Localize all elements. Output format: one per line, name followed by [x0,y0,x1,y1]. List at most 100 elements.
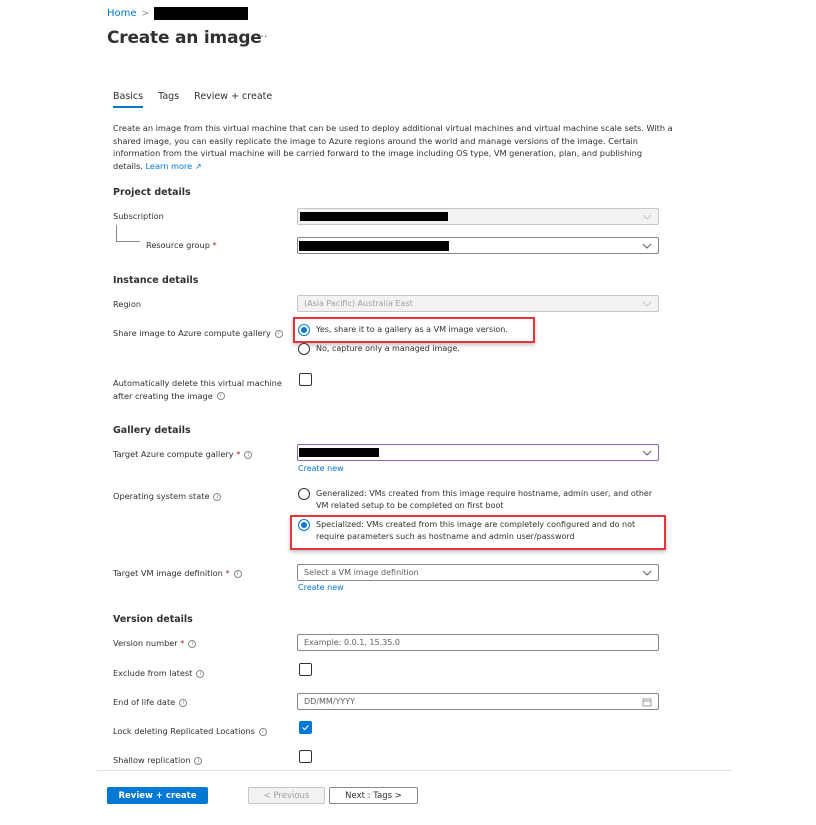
version-number-label-text: Version number [113,638,178,648]
resource-group-label: Resource group * [146,239,217,252]
info-icon[interactable]: i [274,329,283,338]
shallow-replication-checkbox[interactable] [299,750,312,763]
lock-deleting-checkbox[interactable] [299,721,312,734]
tree-connector [116,225,140,242]
create-new-gallery-link[interactable]: Create new [298,464,344,473]
gallery-details-heading: Gallery details [113,425,191,436]
required-asterisk: * [236,449,241,459]
version-number-input[interactable]: Example: 0.0.1, 15.35.0 [297,634,659,651]
chevron-down-icon [642,243,652,249]
tab-basics[interactable]: Basics [113,91,144,108]
os-specialized-option[interactable]: Specialized: VMs created from this image… [298,519,658,543]
lock-deleting-label: Lock deleting Replicated Locations i [113,725,267,738]
tab-tags[interactable]: Tags [158,91,179,108]
resource-group-dropdown[interactable] [297,237,659,254]
subscription-redacted-value [300,212,448,221]
share-gallery-label: Share image to Azure compute gallery i [113,327,283,340]
os-specialized-radio[interactable] [298,519,310,531]
share-yes-radio[interactable] [298,324,310,336]
target-definition-label-text: Target VM image definition [113,568,223,578]
external-link-icon: ↗ [194,160,202,171]
learn-more-label: Learn more [145,160,193,171]
share-no-radio[interactable] [298,343,310,355]
description: Create an image from this virtual machin… [113,122,673,172]
info-icon[interactable]: i [233,569,242,578]
subscription-dropdown[interactable] [297,208,659,225]
shallow-replication-label: Shallow replication i [113,754,203,767]
os-generalized-radio[interactable] [298,488,310,500]
info-icon[interactable]: i [194,756,203,765]
os-state-label: Operating system state i [113,490,222,503]
region-value: (Asia Pacific) Australia East [304,299,413,308]
target-gallery-label-text: Target Azure compute gallery [113,449,234,459]
calendar-icon[interactable] [642,697,652,707]
eol-date-placeholder: DD/MM/YYYY [304,697,356,706]
resource-group-label-text: Resource group [146,240,210,250]
footer-divider [97,770,732,771]
share-no-option[interactable]: No, capture only a managed image. [298,343,460,355]
info-icon[interactable]: i [188,639,197,648]
os-state-label-text: Operating system state [113,491,210,501]
auto-delete-label: Automatically delete this virtual machin… [113,377,282,402]
version-details-heading: Version details [113,614,193,625]
info-icon[interactable]: i [244,450,253,459]
info-icon[interactable]: i [258,727,267,736]
exclude-latest-label-text: Exclude from latest [113,668,193,678]
create-new-definition-link[interactable]: Create new [298,583,344,592]
info-icon[interactable]: i [213,492,222,501]
target-gallery-label: Target Azure compute gallery * i [113,448,253,461]
previous-button[interactable]: < Previous [248,787,325,804]
required-asterisk: * [180,638,185,648]
instance-details-heading: Instance details [113,275,199,286]
checkmark-icon [302,725,309,731]
shallow-replication-label-text: Shallow replication [113,755,191,765]
version-number-label: Version number * i [113,637,197,650]
required-asterisk: * [212,240,217,250]
share-yes-label: Yes, share it to a gallery as a VM image… [316,325,508,334]
review-create-button[interactable]: Review + create [107,787,208,804]
share-yes-option[interactable]: Yes, share it to a gallery as a VM image… [298,324,508,336]
tab-review-create[interactable]: Review + create [194,91,272,108]
os-specialized-label: Specialized: VMs created from this image… [316,520,636,541]
eol-date-input[interactable]: DD/MM/YYYY [297,693,659,710]
exclude-latest-label: Exclude from latest i [113,667,205,680]
project-details-heading: Project details [113,187,191,198]
target-gallery-redacted-value [299,448,379,457]
eol-date-label: End of life date i [113,696,188,709]
resource-group-redacted-value [299,240,449,251]
os-generalized-label: Generalized: VMs created from this image… [316,489,653,510]
page-title: Create an image [107,28,262,48]
more-options-button[interactable]: ··· [257,30,268,43]
info-icon[interactable]: i [196,669,205,678]
region-dropdown[interactable]: (Asia Pacific) Australia East [297,295,659,312]
chevron-down-icon [642,450,652,456]
version-number-placeholder: Example: 0.0.1, 15.35.0 [304,638,400,647]
tab-bar: Basics Tags Review + create [113,91,287,108]
exclude-latest-checkbox[interactable] [299,663,312,676]
share-gallery-label-text: Share image to Azure compute gallery [113,328,271,338]
info-icon[interactable]: i [179,698,188,707]
auto-delete-checkbox[interactable] [299,373,312,386]
required-asterisk: * [225,568,230,578]
auto-delete-label-line1: Automatically delete this virtual machin… [113,378,282,388]
next-tags-button[interactable]: Next : Tags > [329,787,418,804]
target-definition-placeholder: Select a VM image definition [304,568,419,577]
learn-more-link[interactable]: Learn more ↗ [146,161,202,171]
os-generalized-option[interactable]: Generalized: VMs created from this image… [298,488,658,512]
chevron-down-icon [642,301,652,307]
target-definition-label: Target VM image definition * i [113,567,242,580]
target-definition-dropdown[interactable]: Select a VM image definition [297,564,659,581]
share-no-label: No, capture only a managed image. [316,344,460,353]
breadcrumb-home-link[interactable]: Home [107,8,137,19]
region-label: Region [113,299,142,309]
info-icon[interactable]: i [216,392,225,400]
auto-delete-label-line2: after creating the image [113,390,213,401]
subscription-label: Subscription [113,211,164,221]
target-gallery-dropdown[interactable] [297,444,659,461]
chevron-down-icon [642,214,652,220]
breadcrumb-redacted-item[interactable] [154,7,249,20]
breadcrumb-separator: > [141,8,150,19]
lock-deleting-label-text: Lock deleting Replicated Locations [113,726,255,736]
eol-date-label-text: End of life date [113,697,176,707]
breadcrumb: Home > [107,7,249,20]
